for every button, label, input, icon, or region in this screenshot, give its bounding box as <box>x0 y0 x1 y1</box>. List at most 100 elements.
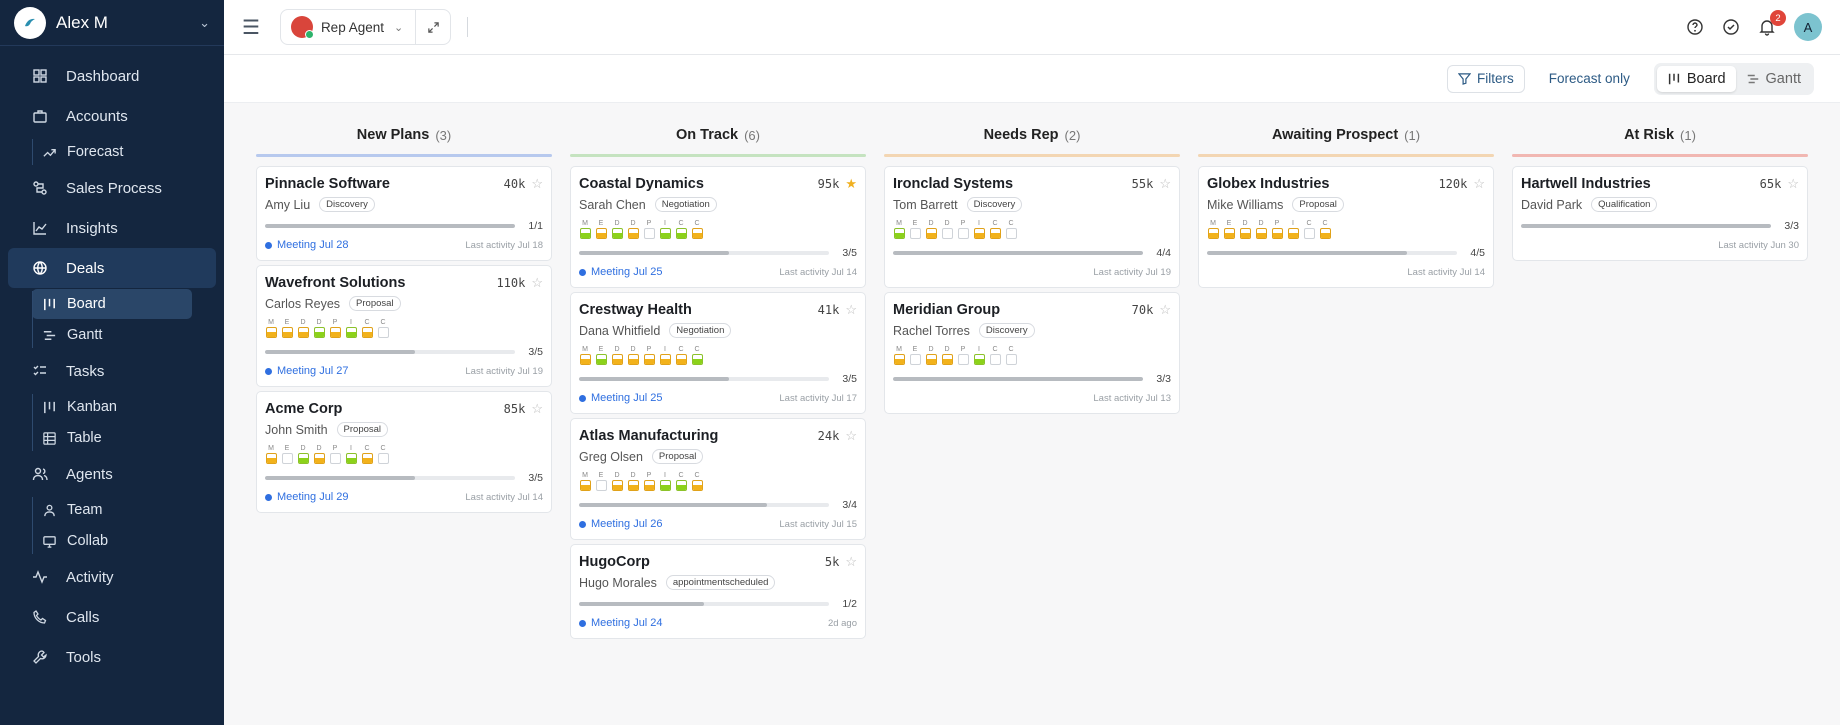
deal-card[interactable]: Acme Corp 85k ☆ John Smith Proposal M E D D P I C C 3… <box>256 391 552 513</box>
column-count: (2) <box>1064 127 1081 143</box>
sidebar-item-sales-process[interactable]: Sales Process <box>8 168 216 208</box>
star-icon[interactable]: ☆ <box>1159 302 1171 318</box>
meddic-letter: M <box>582 472 588 479</box>
sidebar-item-agents[interactable]: Agents <box>8 454 216 494</box>
deal-card[interactable]: Coastal Dynamics 95k ★ Sarah Chen Negotiatio… <box>570 166 866 288</box>
sidebar-item-collab[interactable]: Collab <box>32 526 192 556</box>
deal-card[interactable]: Atlas Manufacturing 24k ☆ Greg Olsen Proposa… <box>570 418 866 540</box>
sidebar-item-table[interactable]: Table <box>32 423 192 453</box>
sidebar-item-label: Dashboard <box>66 67 140 85</box>
meeting-link[interactable]: Meeting Jul 24 <box>591 617 828 629</box>
star-icon[interactable]: ☆ <box>845 428 857 444</box>
sidebar-item-kanban[interactable]: Kanban <box>32 392 192 422</box>
process-icon <box>33 181 47 195</box>
sidebar-item-label: Forecast <box>67 144 124 160</box>
bell-icon[interactable]: 2 <box>1758 10 1786 36</box>
view-board-button[interactable]: Board <box>1656 65 1736 92</box>
meddic-box <box>1319 228 1331 239</box>
meddic-box <box>611 480 623 491</box>
meddic-letter: P <box>960 220 966 227</box>
meddic-box <box>925 354 937 365</box>
meddic-letter: D <box>300 445 306 452</box>
meddic-indicators: MEDDPICC <box>265 444 543 464</box>
user-switcher[interactable]: Alex M ⌄ <box>0 0 224 46</box>
star-icon[interactable]: ☆ <box>845 554 857 570</box>
topbar-actions: 2 A <box>1686 10 1822 41</box>
sidebar-item-tools[interactable]: Tools <box>8 637 216 677</box>
star-icon[interactable]: ☆ <box>1787 176 1799 192</box>
deal-name: Meridian Group <box>893 302 1001 318</box>
agent-dropdown[interactable]: Rep Agent ⌄ <box>281 10 417 44</box>
deal-card[interactable]: Meridian Group 70k ☆ Rachel Torres Discovery… <box>884 292 1180 414</box>
meddic-cell: I <box>659 345 671 365</box>
deal-card[interactable]: Globex Industries 120k ☆ Mike Williams Propo… <box>1198 166 1494 288</box>
star-icon[interactable]: ★ <box>845 176 857 192</box>
help-icon[interactable] <box>1686 18 1704 36</box>
chevron-down-icon[interactable]: ⌄ <box>199 15 210 31</box>
deal-amount: 40k <box>503 177 526 191</box>
expand-button[interactable] <box>416 10 450 44</box>
view-gantt-button[interactable]: Gantt <box>1736 66 1811 92</box>
deal-card[interactable]: Hartwell Industries 65k ☆ David Park Qualifi… <box>1512 166 1808 261</box>
meddic-letter: E <box>284 445 290 452</box>
meddic-cell: M <box>579 471 591 491</box>
avatar[interactable]: A <box>1794 13 1822 41</box>
check-circle-icon[interactable] <box>1722 18 1740 36</box>
meeting-link[interactable]: Meeting Jul 26 <box>591 518 779 530</box>
sidebar-item-forecast[interactable]: Forecast <box>32 137 192 167</box>
deal-progress: 3/5 <box>265 346 543 358</box>
meddic-cell: M <box>893 345 905 365</box>
team-icon <box>44 504 55 516</box>
meeting-link[interactable]: Meeting Jul 25 <box>591 266 779 278</box>
meeting-link[interactable]: Meeting Jul 25 <box>591 392 779 404</box>
meddic-letter: C <box>1008 346 1014 353</box>
meddic-box <box>941 228 953 239</box>
meddic-box <box>579 480 591 491</box>
meddic-letter: M <box>1210 220 1216 227</box>
last-activity: Last activity Jul 17 <box>779 392 857 404</box>
sidebar-item-dashboard[interactable]: Dashboard <box>8 56 216 96</box>
menu-icon[interactable]: ☰ <box>242 15 260 40</box>
meeting-link[interactable]: Meeting Jul 29 <box>277 491 465 503</box>
meeting-link[interactable]: Meeting Jul 28 <box>277 239 465 251</box>
deal-amount: 110k <box>496 276 526 290</box>
globe-icon <box>33 261 47 275</box>
deal-card[interactable]: Pinnacle Software 40k ☆ Amy Liu Discovery 1/1… <box>256 166 552 261</box>
deal-card[interactable]: Crestway Health 41k ☆ Dana Whitfield Negotia… <box>570 292 866 414</box>
meeting-dot-icon <box>265 493 272 501</box>
sidebar-item-team[interactable]: Team <box>32 495 192 525</box>
sidebar-item-activity[interactable]: Activity <box>8 557 216 597</box>
meddic-cell: C <box>675 219 687 239</box>
star-icon[interactable]: ☆ <box>845 302 857 318</box>
sidebar-item-insights[interactable]: Insights <box>8 208 216 248</box>
agent-selector[interactable]: Rep Agent ⌄ <box>279 9 452 45</box>
meeting-link[interactable]: Meeting Jul 27 <box>277 365 465 377</box>
deal-card-header: Globex Industries 120k ☆ <box>1207 176 1485 192</box>
sidebar-item-calls[interactable]: Calls <box>8 597 216 637</box>
star-icon[interactable]: ☆ <box>1473 176 1485 192</box>
sidebar-item-tasks[interactable]: Tasks <box>8 351 216 391</box>
wrench-icon <box>33 650 47 664</box>
meddic-box <box>659 480 671 491</box>
forecast-only-toggle[interactable]: Forecast only <box>1539 71 1640 86</box>
meddic-box <box>1207 228 1219 239</box>
star-icon[interactable]: ☆ <box>531 401 543 417</box>
deal-card-meta: Hugo Morales appointmentscheduled <box>579 575 857 590</box>
sidebar-item-gantt[interactable]: Gantt <box>32 320 192 350</box>
sidebar-item-deals[interactable]: Deals <box>8 248 216 288</box>
meddic-letter: M <box>896 346 902 353</box>
deal-card[interactable]: Wavefront Solutions 110k ☆ Carlos Reyes Prop… <box>256 265 552 387</box>
deal-card[interactable]: Ironclad Systems 55k ☆ Tom Barrett Discovery… <box>884 166 1180 288</box>
star-icon[interactable]: ☆ <box>531 176 543 192</box>
meddic-box <box>909 228 921 239</box>
meddic-box <box>691 228 703 239</box>
sidebar-item-label: Sales Process <box>66 179 162 197</box>
meddic-cell: E <box>1223 219 1235 239</box>
star-icon[interactable]: ☆ <box>1159 176 1171 192</box>
filters-button[interactable]: Filters <box>1447 64 1525 93</box>
deal-card[interactable]: HugoCorp 5k ☆ Hugo Morales appointmentschedu… <box>570 544 866 639</box>
sidebar-item-accounts[interactable]: Accounts <box>8 96 216 136</box>
sidebar-item-label: Agents <box>66 465 113 483</box>
sidebar-item-board[interactable]: Board <box>32 289 192 319</box>
star-icon[interactable]: ☆ <box>531 275 543 291</box>
